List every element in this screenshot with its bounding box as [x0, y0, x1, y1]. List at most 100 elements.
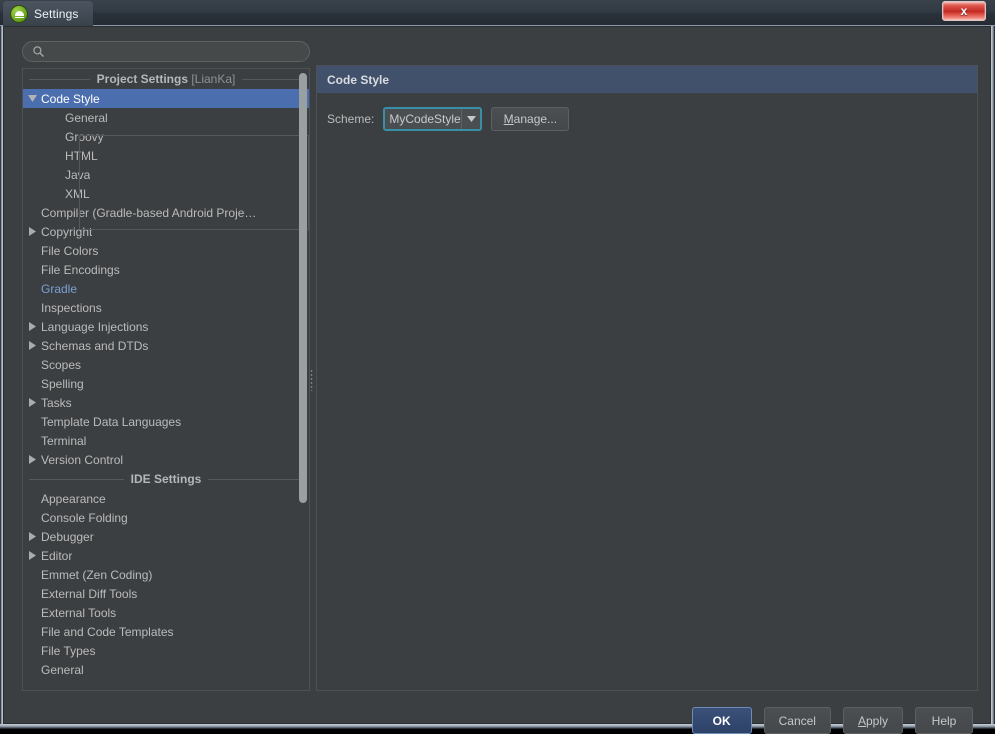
group-header-project: [LianKa]: [188, 72, 235, 86]
sidebar-item-schemas-and-dtds[interactable]: Schemas and DTDs: [23, 336, 309, 355]
sidebar-item-label: Inspections: [41, 301, 102, 315]
sidebar-item-label: Language Injections: [41, 320, 148, 334]
ok-button[interactable]: OK: [692, 707, 752, 734]
group-rule-right: [208, 479, 303, 480]
sidebar-item-java[interactable]: Java: [23, 165, 309, 184]
cancel-button[interactable]: Cancel: [764, 707, 831, 734]
window-title: Settings: [34, 7, 79, 21]
sidebar-item-label: File and Code Templates: [41, 625, 174, 639]
dialog-footer: OK Cancel Apply Help: [692, 707, 973, 734]
settings-tree[interactable]: Project Settings [LianKa] Code Style Gener…: [22, 68, 310, 691]
pane-splitter[interactable]: [307, 68, 316, 691]
sidebar-item-label: Emmet (Zen Coding): [41, 568, 152, 582]
sidebar-item-xml[interactable]: XML: [23, 184, 309, 203]
sidebar-item-label: Scopes: [41, 358, 81, 372]
sidebar-item-file-colors[interactable]: File Colors: [23, 241, 309, 260]
sidebar-item-label: Debugger: [41, 530, 94, 544]
chevron-down-icon[interactable]: [461, 109, 482, 129]
sidebar-item-label: General: [41, 663, 84, 677]
close-icon: x: [961, 5, 968, 17]
sidebar-item-label: Groovy: [65, 130, 104, 144]
sidebar-item-label: XML: [65, 187, 90, 201]
sidebar-item-label: Java: [65, 168, 90, 182]
sidebar-item-editor[interactable]: Editor: [23, 546, 309, 565]
sidebar-item-copyright[interactable]: Copyright: [23, 222, 309, 241]
sidebar-item-file-types[interactable]: File Types: [23, 641, 309, 660]
sidebar-item-spelling[interactable]: Spelling: [23, 374, 309, 393]
tree-vertical-scrollbar[interactable]: [299, 73, 307, 503]
sidebar-item-terminal[interactable]: Terminal: [23, 431, 309, 450]
sidebar-item-label: Version Control: [41, 453, 123, 467]
sidebar-item-label: Editor: [41, 549, 72, 563]
chevron-right-icon[interactable]: [23, 532, 41, 541]
sidebar-item-label: Compiler (Gradle-based Android Proje…: [41, 206, 256, 220]
sidebar-item-scopes[interactable]: Scopes: [23, 355, 309, 374]
group-header-label: IDE Settings: [131, 472, 202, 486]
sidebar-item-label: File Types: [41, 644, 95, 658]
sidebar-item-language-injections[interactable]: Language Injections: [23, 317, 309, 336]
sidebar-item-general[interactable]: General: [23, 660, 309, 679]
group-rule-left: [29, 479, 124, 480]
page-title: Code Style: [327, 73, 389, 87]
chevron-right-icon[interactable]: [23, 227, 41, 236]
manage-button[interactable]: Manage...: [491, 107, 569, 131]
sidebar-item-groovy[interactable]: Groovy: [23, 127, 309, 146]
sidebar-item-label: Gradle: [41, 282, 77, 296]
sidebar-item-file-and-code-templates[interactable]: File and Code Templates: [23, 622, 309, 641]
tree-group-header-project-settings: Project Settings [LianKa]: [23, 69, 309, 89]
sidebar-item-label: File Encodings: [41, 263, 120, 277]
sidebar-item-label: Code Style: [41, 92, 100, 106]
close-button[interactable]: x: [942, 1, 986, 21]
chevron-right-icon[interactable]: [23, 322, 41, 331]
scheme-row: Scheme: MyCodeStyle Manage...: [327, 107, 569, 131]
sidebar-item-emmet-zen-coding[interactable]: Emmet (Zen Coding): [23, 565, 309, 584]
chevron-down-icon[interactable]: [23, 95, 41, 102]
ok-button-label: OK: [713, 714, 731, 728]
title-bar: Settings x: [0, 0, 995, 26]
splitter-grip-icon: [310, 369, 313, 391]
sidebar-item-debugger[interactable]: Debugger: [23, 527, 309, 546]
sidebar-item-version-control[interactable]: Version Control: [23, 450, 309, 469]
sidebar-item-console-folding[interactable]: Console Folding: [23, 508, 309, 527]
sidebar-item-code-style[interactable]: Code Style: [23, 89, 309, 108]
scheme-select-value: MyCodeStyle: [385, 109, 460, 129]
help-button[interactable]: Help: [915, 707, 973, 734]
manage-button-label: anage...: [514, 112, 557, 126]
sidebar-item-external-diff-tools[interactable]: External Diff Tools: [23, 584, 309, 603]
search-input[interactable]: [22, 41, 310, 62]
apply-button[interactable]: Apply: [843, 707, 903, 734]
sidebar-item-label: Spelling: [41, 377, 84, 391]
chevron-right-icon[interactable]: [23, 455, 41, 464]
scheme-label: Scheme:: [327, 112, 374, 126]
scheme-select[interactable]: MyCodeStyle: [383, 107, 482, 131]
sidebar-item-file-encodings[interactable]: File Encodings: [23, 260, 309, 279]
sidebar-item-label: Template Data Languages: [41, 415, 181, 429]
apply-button-mnemonic: A: [858, 714, 866, 728]
window-border-right: [991, 0, 995, 729]
sidebar-item-template-data-languages[interactable]: Template Data Languages: [23, 412, 309, 431]
sidebar-item-label: Terminal: [41, 434, 86, 448]
sidebar-item-label: General: [65, 111, 108, 125]
sidebar-item-inspections[interactable]: Inspections: [23, 298, 309, 317]
sidebar-item-appearance[interactable]: Appearance: [23, 489, 309, 508]
sidebar-item-gradle[interactable]: Gradle: [23, 279, 309, 298]
sidebar-item-label: External Diff Tools: [41, 587, 137, 601]
sidebar-item-general[interactable]: General: [23, 108, 309, 127]
detail-panel-header: Code Style: [317, 66, 977, 93]
group-header-label: Project Settings [LianKa]: [97, 72, 236, 86]
settings-detail-panel: Code Style Scheme: MyCodeStyle Manage...: [316, 65, 978, 691]
sidebar-item-label: Schemas and DTDs: [41, 339, 148, 353]
tree-group-header-ide-settings: IDE Settings: [23, 469, 309, 489]
search-icon: [32, 45, 45, 58]
dialog-body: Project Settings [LianKa] Code Style Gener…: [4, 27, 990, 723]
sidebar-item-html[interactable]: HTML: [23, 146, 309, 165]
sidebar-item-external-tools[interactable]: External Tools: [23, 603, 309, 622]
help-button-label: Help: [932, 714, 957, 728]
group-rule-left: [29, 79, 90, 80]
sidebar-item-compiler-gradle-based-android-proje[interactable]: Compiler (Gradle-based Android Proje…: [23, 203, 309, 222]
sidebar-item-tasks[interactable]: Tasks: [23, 393, 309, 412]
chevron-right-icon[interactable]: [23, 398, 41, 407]
chevron-right-icon[interactable]: [23, 341, 41, 350]
chevron-right-icon[interactable]: [23, 551, 41, 560]
sidebar-item-label: Appearance: [41, 492, 106, 506]
